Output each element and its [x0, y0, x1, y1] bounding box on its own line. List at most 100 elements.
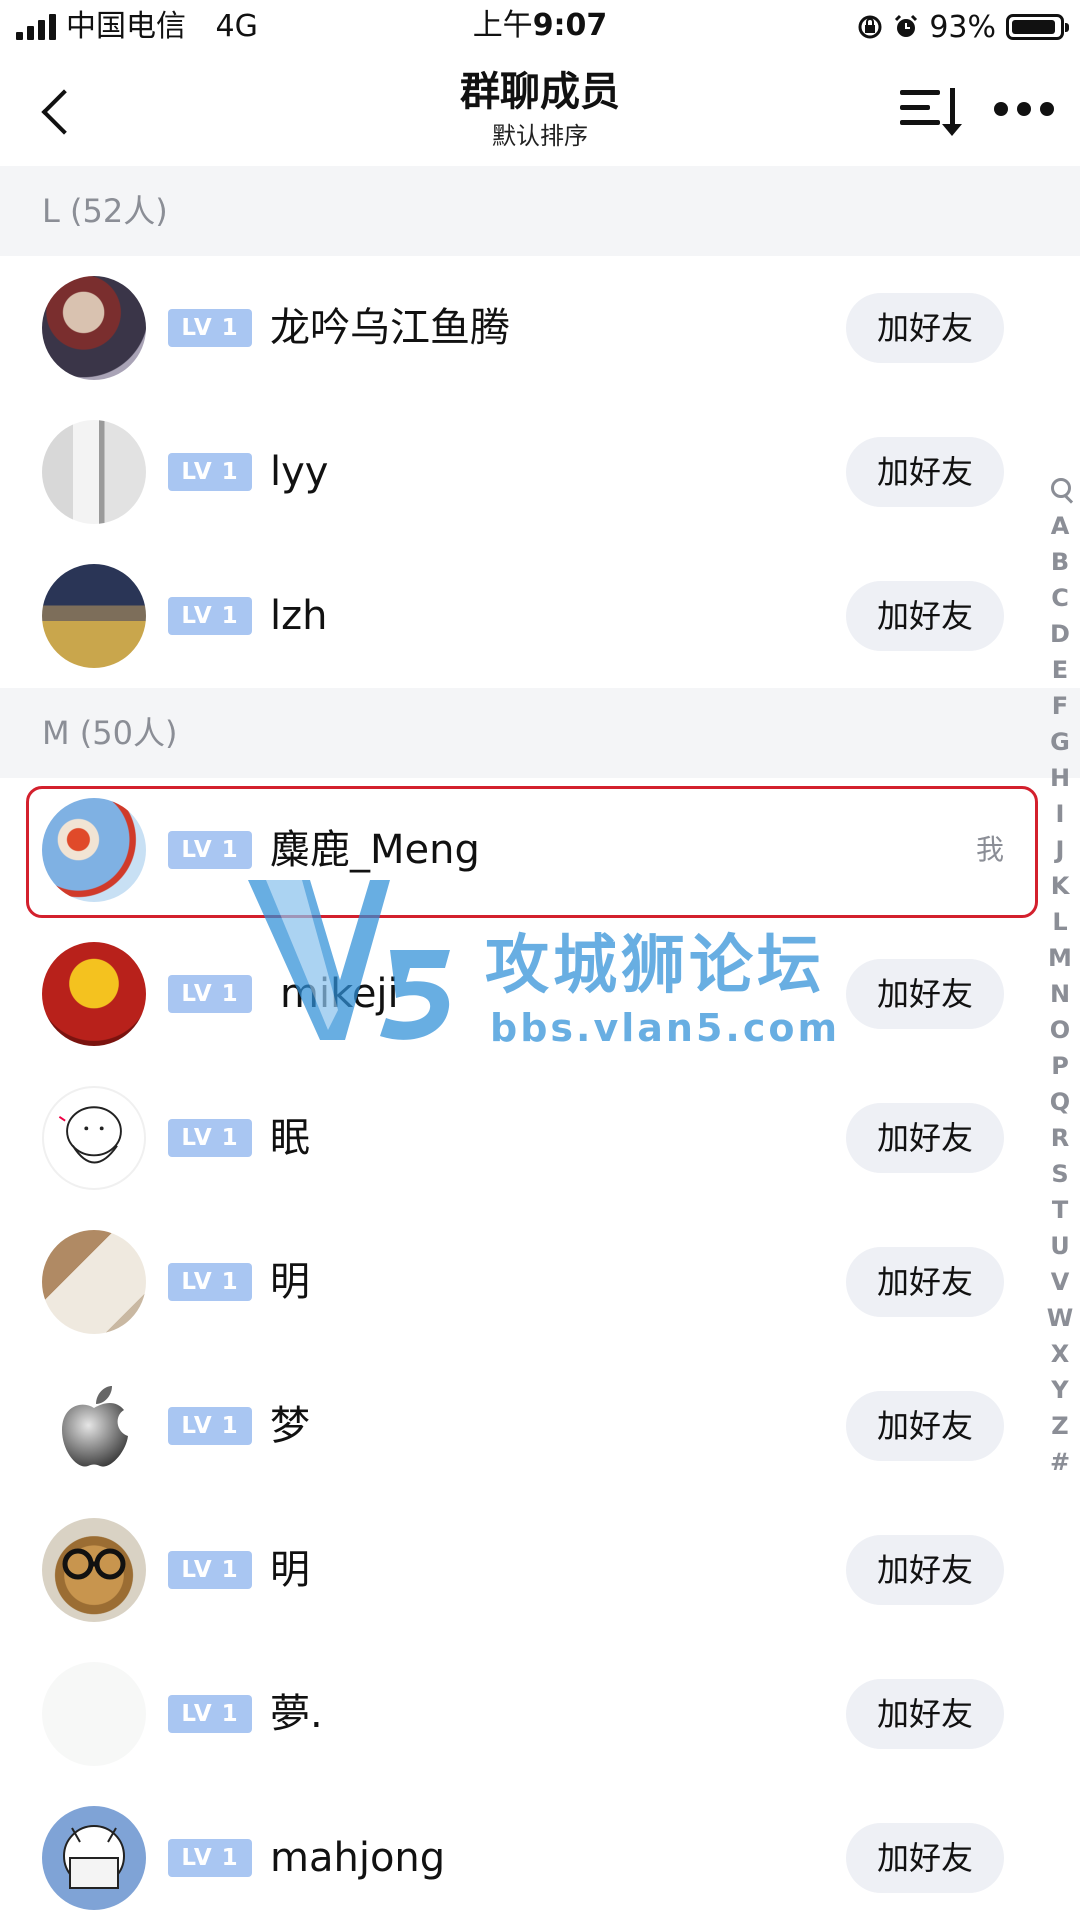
member-row[interactable]: LV 1 龙吟乌江鱼腾 加好友 — [0, 256, 1080, 400]
index-letter[interactable]: C — [1040, 580, 1080, 616]
avatar[interactable] — [42, 564, 146, 668]
member-name: lyy — [270, 449, 329, 495]
level-badge: LV 1 — [168, 831, 252, 869]
member-name: 明 — [270, 1259, 310, 1305]
avatar[interactable] — [42, 798, 146, 902]
level-badge: LV 1 — [168, 453, 252, 491]
index-letter[interactable]: K — [1040, 868, 1080, 904]
add-friend-button[interactable]: 加好友 — [846, 437, 1004, 507]
section-header-l: L (52人) — [0, 166, 1080, 256]
index-letter[interactable]: Y — [1040, 1372, 1080, 1408]
index-letter[interactable]: Z — [1040, 1408, 1080, 1444]
index-letter[interactable]: I — [1040, 796, 1080, 832]
avatar[interactable] — [42, 1518, 146, 1622]
add-friend-button[interactable]: 加好友 — [846, 1535, 1004, 1605]
index-letter[interactable]: X — [1040, 1336, 1080, 1372]
add-friend-button[interactable]: 加好友 — [846, 293, 1004, 363]
add-friend-button[interactable]: 加好友 — [846, 1823, 1004, 1893]
status-bar: 中国电信 4G 上午9:07 93% — [0, 0, 1080, 54]
member-row[interactable]: LV 1 夢. 加好友 — [0, 1642, 1080, 1786]
battery-fill — [1012, 20, 1055, 34]
index-letter[interactable]: P — [1040, 1048, 1080, 1084]
index-letter[interactable]: Q — [1040, 1084, 1080, 1120]
add-friend-button[interactable]: 加好友 — [846, 1103, 1004, 1173]
index-letter[interactable]: # — [1040, 1444, 1080, 1480]
add-friend-button[interactable]: 加好友 — [846, 1679, 1004, 1749]
member-row[interactable]: LV 1 眠 加好友 — [0, 1066, 1080, 1210]
member-name: lzh — [270, 593, 328, 639]
index-letter[interactable]: B — [1040, 544, 1080, 580]
clock-period: 上午 — [472, 8, 533, 43]
index-letter[interactable]: F — [1040, 688, 1080, 724]
sort-button[interactable] — [900, 84, 962, 138]
apple-logo-icon — [62, 1386, 128, 1467]
member-row-self[interactable]: LV 1 麋鹿_Meng 我 — [0, 778, 1080, 922]
add-friend-button[interactable]: 加好友 — [846, 581, 1004, 651]
level-badge: LV 1 — [168, 1551, 252, 1589]
avatar[interactable] — [42, 1662, 146, 1766]
level-badge: LV 1 — [168, 1695, 252, 1733]
member-row[interactable]: LV 1 mikeji 加好友 — [0, 922, 1080, 1066]
avatar[interactable] — [42, 420, 146, 524]
member-name: 明 — [270, 1547, 310, 1593]
index-letter[interactable]: N — [1040, 976, 1080, 1012]
level-badge: LV 1 — [168, 975, 252, 1013]
alarm-icon — [895, 14, 918, 37]
index-letter[interactable]: J — [1040, 832, 1080, 868]
more-icon-dot — [1040, 102, 1054, 116]
member-row[interactable]: LV 1 lyy 加好友 — [0, 400, 1080, 544]
self-label: 我 — [975, 833, 1004, 866]
more-icon-dot — [1017, 102, 1031, 116]
avatar[interactable] — [42, 1230, 146, 1334]
add-friend-button[interactable]: 加好友 — [846, 1247, 1004, 1317]
member-row[interactable]: LV 1 mahjong 加好友 — [0, 1786, 1080, 1930]
member-row[interactable]: LV 1 明 加好友 — [0, 1498, 1080, 1642]
search-icon[interactable] — [1040, 470, 1080, 508]
more-icon-dot — [994, 102, 1008, 116]
level-badge: LV 1 — [168, 309, 252, 347]
avatar[interactable] — [42, 1374, 146, 1478]
index-letter[interactable]: M — [1040, 940, 1080, 976]
avatar[interactable] — [42, 1086, 146, 1190]
member-name: 眠 — [270, 1115, 310, 1161]
navbar: 群聊成员 默认排序 — [0, 54, 1080, 166]
level-badge: LV 1 — [168, 597, 252, 635]
battery-icon — [1006, 14, 1069, 40]
index-letter[interactable]: H — [1040, 760, 1080, 796]
more-button[interactable] — [994, 98, 1054, 120]
index-letter[interactable]: L — [1040, 904, 1080, 940]
level-badge: LV 1 — [168, 1119, 252, 1157]
member-name: 龙吟乌江鱼腾 — [270, 305, 510, 351]
index-letter[interactable]: G — [1040, 724, 1080, 760]
add-friend-button[interactable]: 加好友 — [846, 1391, 1004, 1461]
member-name: mahjong — [270, 1835, 446, 1881]
member-row[interactable]: LV 1 lzh 加好友 — [0, 544, 1080, 688]
index-letter[interactable]: R — [1040, 1120, 1080, 1156]
add-friend-button[interactable]: 加好友 — [846, 959, 1004, 1029]
sketch-avatar-icon — [58, 1106, 122, 1164]
member-row[interactable]: LV 1 梦 加好友 — [0, 1354, 1080, 1498]
index-letter[interactable]: D — [1040, 616, 1080, 652]
index-letter[interactable]: S — [1040, 1156, 1080, 1192]
alphabet-index[interactable]: A B C D E F G H I J K L M N O P Q R S T U V W X Y Z # — [1040, 470, 1080, 1480]
member-row[interactable]: LV 1 明 加好友 — [0, 1210, 1080, 1354]
index-letter[interactable]: V — [1040, 1264, 1080, 1300]
battery-percent: 93% — [929, 9, 996, 45]
member-name: 麋鹿_Meng — [270, 827, 480, 873]
member-name: 夢. — [270, 1691, 323, 1737]
index-letter[interactable]: A — [1040, 508, 1080, 544]
index-letter[interactable]: T — [1040, 1192, 1080, 1228]
member-list[interactable]: L (52人) LV 1 龙吟乌江鱼腾 加好友 LV 1 lyy 加好友 LV … — [0, 166, 1080, 1930]
avatar[interactable] — [42, 1806, 146, 1910]
avatar[interactable] — [42, 942, 146, 1046]
level-badge: LV 1 — [168, 1407, 252, 1445]
index-letter[interactable]: U — [1040, 1228, 1080, 1264]
avatar[interactable] — [42, 276, 146, 380]
member-name: mikeji — [280, 971, 399, 1017]
index-letter[interactable]: O — [1040, 1012, 1080, 1048]
index-letter[interactable]: E — [1040, 652, 1080, 688]
clock-time: 9:07 — [532, 8, 608, 43]
index-letter[interactable]: W — [1040, 1300, 1080, 1336]
rotation-lock-icon — [858, 15, 882, 39]
cartoon-avatar-icon — [63, 1825, 125, 1889]
